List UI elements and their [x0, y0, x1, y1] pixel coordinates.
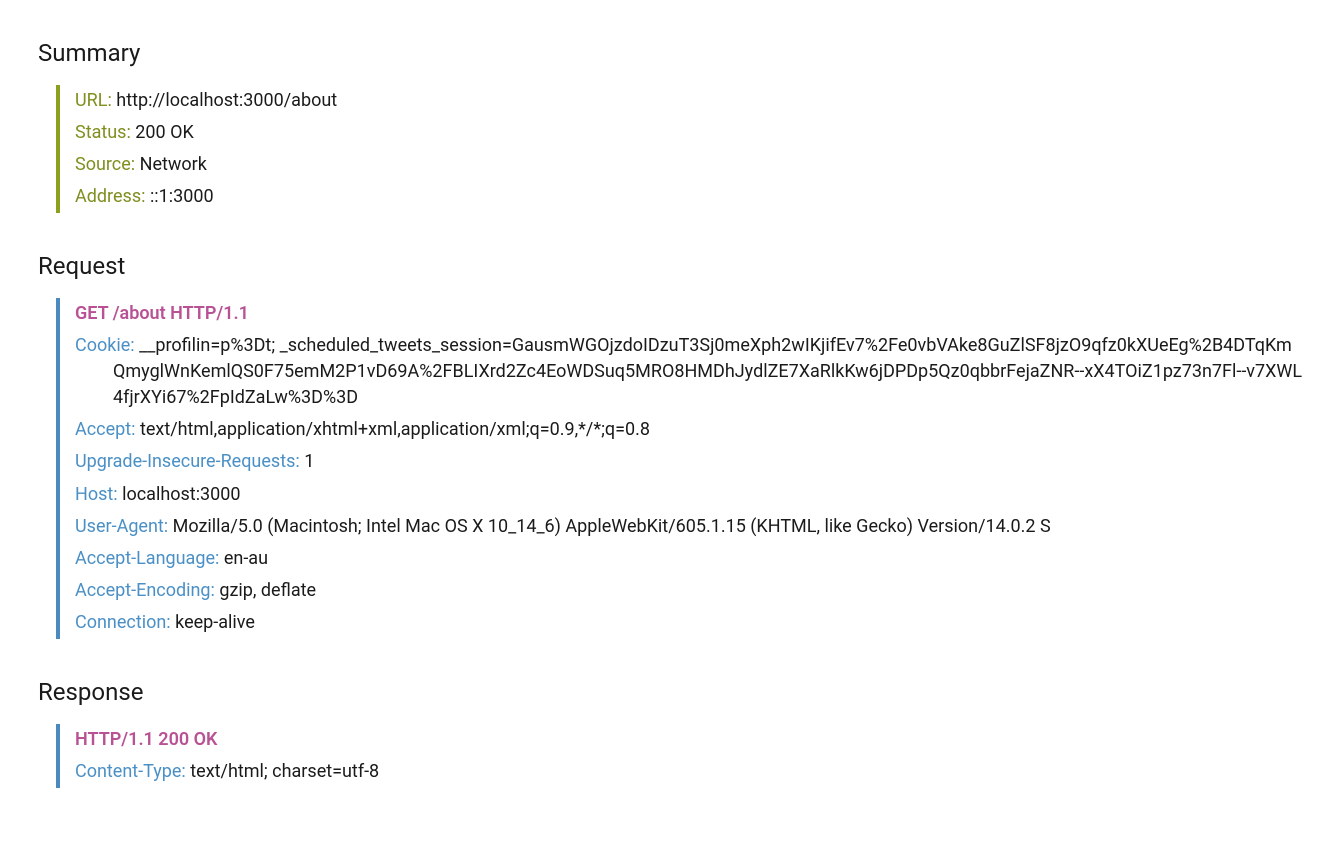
request-header-value: text/html,application/xhtml+xml,applicat…	[140, 419, 650, 440]
summary-address-label: Address:	[75, 186, 150, 207]
response-header-label: Content-Type:	[75, 761, 190, 782]
request-header-value: gzip, deflate	[219, 580, 316, 601]
summary-address-value: ::1:3000	[150, 186, 214, 207]
summary-block: URL: http://localhost:3000/about Status:…	[56, 85, 1304, 213]
summary-url-value: http://localhost:3000/about	[116, 90, 337, 111]
request-header-row: Accept-Language: en-au	[75, 543, 1304, 575]
request-header-row: Host: localhost:3000	[75, 479, 1304, 511]
request-header-label: Accept:	[75, 419, 140, 440]
request-block: GET /about HTTP/1.1 Cookie: __profilin=p…	[56, 298, 1304, 639]
request-header-value: 1	[304, 451, 314, 472]
response-topline: HTTP/1.1 200 OK	[75, 724, 1304, 756]
request-header-value: Mozilla/5.0 (Macintosh; Intel Mac OS X 1…	[173, 516, 1051, 537]
request-header-row: Cookie: __profilin=p%3Dt; _scheduled_twe…	[75, 330, 1304, 414]
request-header-label: Upgrade-Insecure-Requests:	[75, 451, 304, 472]
response-block: HTTP/1.1 200 OK Content-Type: text/html;…	[56, 724, 1304, 788]
request-header-label: Host:	[75, 484, 122, 505]
summary-source-row: Source: Network	[75, 149, 1304, 181]
request-header-value: en-au	[224, 548, 268, 569]
response-title: Response	[38, 675, 1304, 710]
request-header-label: Accept-Language:	[75, 548, 224, 569]
response-header-row: Content-Type: text/html; charset=utf-8	[75, 756, 1304, 788]
summary-source-value: Network	[140, 154, 207, 175]
summary-status-value: 200 OK	[135, 122, 194, 143]
request-header-label: Cookie:	[75, 335, 139, 356]
response-section: Response HTTP/1.1 200 OK Content-Type: t…	[38, 675, 1304, 788]
summary-url-label: URL:	[75, 90, 116, 111]
request-topline: GET /about HTTP/1.1	[75, 298, 1304, 330]
request-title: Request	[38, 249, 1304, 284]
summary-source-label: Source:	[75, 154, 140, 175]
request-header-label: User-Agent:	[75, 516, 173, 537]
request-header-label: Connection:	[75, 612, 175, 633]
request-header-value: __profilin=p%3Dt; _scheduled_tweets_sess…	[113, 335, 1302, 408]
request-header-row: User-Agent: Mozilla/5.0 (Macintosh; Inte…	[75, 511, 1304, 543]
summary-address-row: Address: ::1:3000	[75, 181, 1304, 213]
summary-url-row: URL: http://localhost:3000/about	[75, 85, 1304, 117]
request-header-row: Connection: keep-alive	[75, 607, 1304, 639]
summary-status-label: Status:	[75, 122, 135, 143]
request-header-value: keep-alive	[175, 612, 255, 633]
request-header-row: Upgrade-Insecure-Requests: 1	[75, 446, 1304, 478]
request-header-label: Accept-Encoding:	[75, 580, 219, 601]
summary-title: Summary	[38, 36, 1304, 71]
request-topline-text: GET /about HTTP/1.1	[75, 303, 249, 324]
summary-status-row: Status: 200 OK	[75, 117, 1304, 149]
response-header-value: text/html; charset=utf-8	[190, 761, 379, 782]
request-header-row: Accept-Encoding: gzip, deflate	[75, 575, 1304, 607]
response-topline-text: HTTP/1.1 200 OK	[75, 729, 217, 750]
request-header-value: localhost:3000	[122, 484, 240, 505]
summary-section: Summary URL: http://localhost:3000/about…	[38, 36, 1304, 213]
request-header-row: Accept: text/html,application/xhtml+xml,…	[75, 414, 1304, 446]
request-section: Request GET /about HTTP/1.1 Cookie: __pr…	[38, 249, 1304, 639]
